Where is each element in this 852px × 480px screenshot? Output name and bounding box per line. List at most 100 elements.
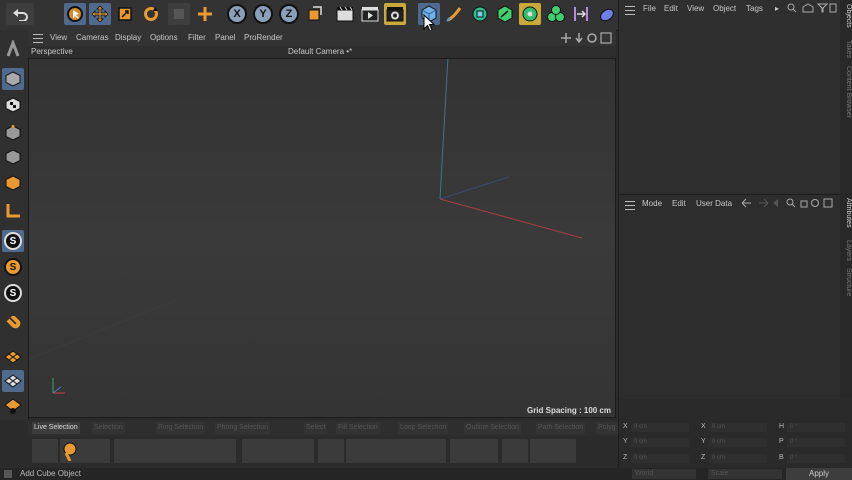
status-text: Add Cube Object (20, 469, 81, 478)
world-select[interactable]: World (632, 469, 696, 479)
scale-button[interactable] (114, 3, 136, 25)
mode-phong-selection[interactable]: Phong Selection (215, 422, 270, 434)
points-mode-button[interactable] (2, 122, 24, 144)
coordinate-system-button[interactable] (304, 3, 326, 25)
menu-filter[interactable]: Filter (188, 33, 206, 42)
add-button[interactable] (194, 3, 216, 25)
strip-tool-1[interactable] (32, 439, 58, 463)
objects-menu-icon[interactable] (625, 6, 635, 15)
attributes-menu-edit[interactable]: Edit (672, 199, 686, 208)
render-picture-viewer-button[interactable] (359, 3, 381, 25)
coord-pos-x-field[interactable]: 0 cm (631, 423, 689, 432)
strip-tool-2[interactable] (60, 439, 110, 463)
coord-rot-h-field[interactable]: 0 ° (787, 423, 845, 432)
pen-tool-button[interactable] (443, 3, 465, 25)
live-selection-button[interactable] (64, 3, 86, 25)
menu-display[interactable]: Display (115, 33, 141, 42)
objects-menu-tags[interactable]: Tags (746, 4, 763, 13)
subdivision-button[interactable] (469, 3, 491, 25)
perspective-viewport[interactable]: Grid Spacing : 100 cm (28, 58, 616, 418)
objects-search-icon[interactable] (787, 3, 837, 13)
make-editable-button[interactable] (2, 38, 24, 60)
render-to-picture-viewer-icon (361, 7, 379, 22)
attributes-menu-mode[interactable]: Mode (642, 199, 662, 208)
y-axis-button[interactable]: Y (252, 3, 274, 25)
texture-mode-button[interactable] (2, 94, 24, 116)
x-axis-button[interactable]: X (226, 3, 248, 25)
camera-label[interactable]: Default Camera •* (288, 47, 352, 56)
viewport-menu-icon[interactable] (33, 34, 43, 43)
snap-button[interactable]: S (2, 230, 24, 252)
workplane-grid-button[interactable] (2, 370, 24, 392)
workplane-button[interactable]: S (2, 256, 24, 278)
coord-size-x-field[interactable]: 0 cm (709, 423, 767, 432)
scale-select[interactable]: Scale (708, 469, 782, 479)
transform-button[interactable] (168, 3, 190, 25)
objects-menu-file[interactable]: File (643, 4, 656, 13)
coord-size-y-field[interactable]: 0 cm (709, 438, 767, 447)
left-toolbar: S S S (0, 30, 29, 420)
mode-path-selection[interactable]: Path Selection (536, 422, 586, 434)
menu-view[interactable]: View (50, 33, 67, 42)
attributes-menu-user-data[interactable]: User Data (696, 199, 732, 208)
attributes-nav-icons[interactable] (741, 198, 837, 208)
scene-button[interactable] (596, 3, 618, 25)
mode-loop-selection[interactable]: Loop Selection (398, 422, 449, 434)
tab-layers[interactable]: Layers (840, 240, 852, 261)
magnet-button[interactable] (2, 314, 24, 336)
tab-structure[interactable]: Structure (840, 268, 852, 296)
strip-tool-4[interactable] (242, 439, 314, 463)
move-button[interactable] (89, 3, 111, 25)
undo-button[interactable] (6, 3, 34, 25)
render-view-button[interactable] (334, 3, 356, 25)
strip-tool-6[interactable] (346, 439, 446, 463)
coord-rot-b-field[interactable]: 0 ° (787, 454, 845, 463)
tab-objects[interactable]: Objects (840, 4, 852, 28)
strip-tool-8[interactable] (502, 439, 528, 463)
mode-fill-selection[interactable]: Fill Selection (336, 422, 380, 434)
polygons-mode-button[interactable] (2, 172, 24, 194)
menu-options[interactable]: Options (150, 33, 178, 42)
objects-menu-edit[interactable]: Edit (664, 4, 678, 13)
strip-tool-7[interactable] (450, 439, 498, 463)
mode-selection[interactable]: Selection (92, 422, 125, 434)
cloner-button[interactable] (545, 3, 567, 25)
mode-polygon[interactable]: Polyg (596, 422, 618, 434)
objects-menu-more-icon[interactable]: ▸ (775, 4, 779, 13)
deformer-button[interactable] (570, 3, 592, 25)
menu-cameras[interactable]: Cameras (76, 33, 108, 42)
coord-pos-y-field[interactable]: 0 cm (631, 438, 689, 447)
grid-plane-button[interactable] (2, 346, 24, 368)
mode-outline-selection[interactable]: Outline Selection (464, 422, 521, 434)
strip-tool-9[interactable] (530, 439, 576, 463)
viewport-navigation-icons[interactable] (560, 32, 612, 44)
render-settings-button[interactable] (384, 3, 406, 25)
extrude-button[interactable] (494, 3, 516, 25)
quantize-button[interactable]: S (2, 282, 24, 304)
lock-workplane-button[interactable] (2, 396, 24, 418)
objects-menu-object[interactable]: Object (713, 4, 736, 13)
menu-prorender[interactable]: ProRender (244, 33, 283, 42)
mode-select[interactable]: Select (304, 422, 328, 434)
mode-live-selection[interactable]: Live Selection (32, 422, 80, 434)
tab-content-browser[interactable]: Content Browser (840, 66, 852, 118)
tab-takes[interactable]: Takes (840, 40, 852, 58)
rotate-button[interactable] (140, 3, 162, 25)
coord-size-z-field[interactable]: 0 cm (709, 454, 767, 463)
menu-panel[interactable]: Panel (215, 33, 235, 42)
strip-tool-3[interactable] (114, 439, 236, 463)
attributes-menu-icon[interactable] (625, 201, 635, 210)
model-mode-button[interactable] (2, 68, 24, 90)
objects-menu-view[interactable]: View (687, 4, 704, 13)
apply-button[interactable]: Apply (786, 468, 852, 480)
array-button[interactable] (519, 3, 541, 25)
tab-attributes[interactable]: Attributes (840, 198, 852, 228)
strip-tool-5[interactable] (318, 439, 344, 463)
mode-ring-selection[interactable]: Ring Selection (156, 422, 206, 434)
status-bar: Add Cube Object World Scale Apply (0, 468, 852, 480)
z-axis-button[interactable]: Z (278, 3, 300, 25)
coord-pos-z-field[interactable]: 0 cm (631, 454, 689, 463)
axis-mode-button[interactable] (2, 200, 24, 222)
edges-mode-button[interactable] (2, 146, 24, 168)
coord-rot-p-field[interactable]: 0 ° (787, 438, 845, 447)
